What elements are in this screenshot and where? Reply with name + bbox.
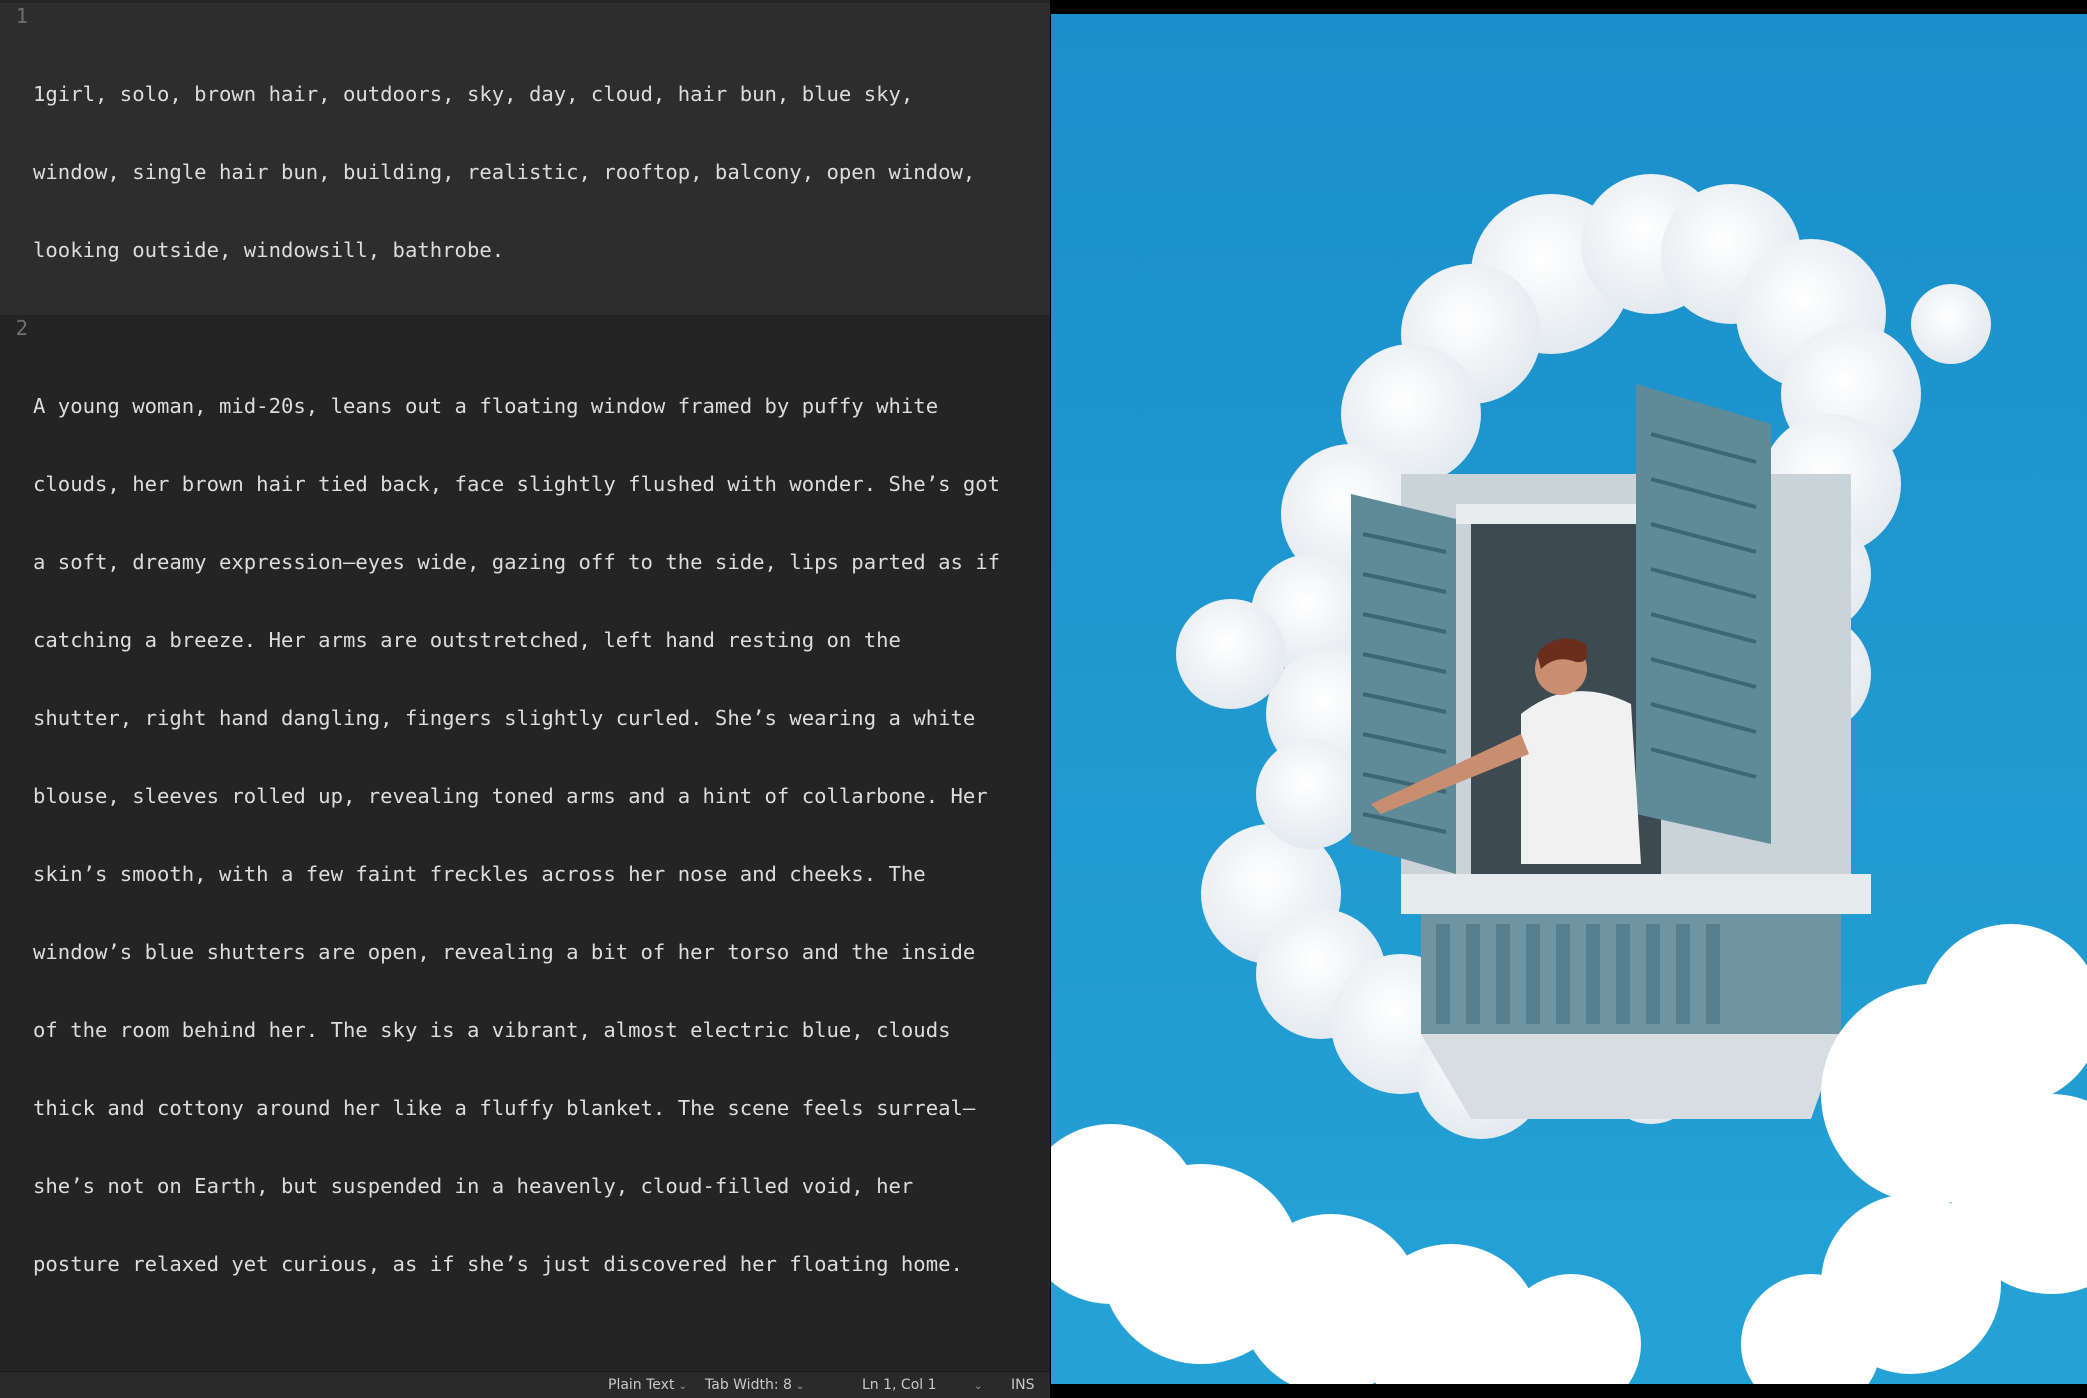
tab-width-selector[interactable]: Tab Width: 8 ⌄ — [705, 1372, 804, 1398]
editor-text-area[interactable]: 1 1girl, solo, brown hair, outdoors, sky… — [0, 0, 1050, 1372]
line-text-row: 1girl, solo, brown hair, outdoors, sky, … — [33, 82, 914, 106]
image-viewer — [1051, 0, 2087, 1398]
line-text-row: A young woman, mid-20s, leans out a floa… — [33, 394, 939, 418]
cursor-position-label: Ln 1, Col 1 — [862, 1377, 937, 1393]
editor-line[interactable]: 2 A young woman, mid-20s, leans out a fl… — [0, 315, 1050, 1329]
line-text-row: window’s blue shutters are open, reveali… — [33, 940, 976, 964]
line-text-row: clouds, her brown hair tied back, face s… — [33, 472, 1001, 496]
line-text-row: shutter, right hand dangling, fingers sl… — [33, 706, 976, 730]
floating-window-illustration — [1051, 14, 2087, 1384]
right-shutter — [1636, 384, 1771, 844]
insert-mode-indicator[interactable]: INS — [1011, 1372, 1035, 1398]
line-text-row: blouse, sleeves rolled up, revealing ton… — [33, 784, 988, 808]
text-editor[interactable]: 1 1girl, solo, brown hair, outdoors, sky… — [0, 0, 1050, 1398]
language-selector[interactable]: Plain Text ⌄ — [608, 1372, 687, 1398]
line-number: 2 — [15, 316, 28, 340]
line-text-row: catching a breeze. Her arms are outstret… — [33, 628, 901, 652]
app-window: 1 1girl, solo, brown hair, outdoors, sky… — [0, 0, 2087, 1398]
line-text-row: she’s not on Earth, but suspended in a h… — [33, 1174, 914, 1198]
cursor-position-menu[interactable]: ⌄ — [970, 1372, 982, 1398]
line-text-row: posture relaxed yet curious, as if she’s… — [33, 1252, 963, 1276]
line-text-row: thick and cottony around her like a fluf… — [33, 1096, 976, 1120]
line-text-row: skin’s smooth, with a few faint freckles… — [33, 862, 926, 886]
chevron-down-icon: ⌄ — [974, 1381, 983, 1392]
editor-line[interactable]: 1 1girl, solo, brown hair, outdoors, sky… — [0, 3, 1050, 315]
line-number: 1 — [15, 4, 28, 28]
language-label: Plain Text — [608, 1377, 675, 1393]
tab-width-label: Tab Width: 8 — [705, 1377, 792, 1393]
preview-image — [1051, 14, 2087, 1384]
line-text-row: of the room behind her. The sky is a vib… — [33, 1018, 951, 1042]
line-text-row: looking outside, windowsill, bathrobe. — [33, 238, 505, 262]
left-shutter — [1351, 494, 1456, 874]
chevron-down-icon: ⌄ — [795, 1381, 805, 1392]
cursor-position[interactable]: Ln 1, Col 1 — [862, 1372, 937, 1398]
line-text-row: window, single hair bun, building, reali… — [33, 160, 976, 184]
line-text-row: a soft, dreamy expression—eyes wide, gaz… — [33, 550, 1001, 574]
chevron-down-icon: ⌄ — [678, 1381, 687, 1392]
insert-mode-label: INS — [1011, 1377, 1035, 1393]
status-bar: Plain Text ⌄ Tab Width: 8 ⌄ Ln 1, Col 1 ⌄ … — [0, 1371, 1050, 1398]
